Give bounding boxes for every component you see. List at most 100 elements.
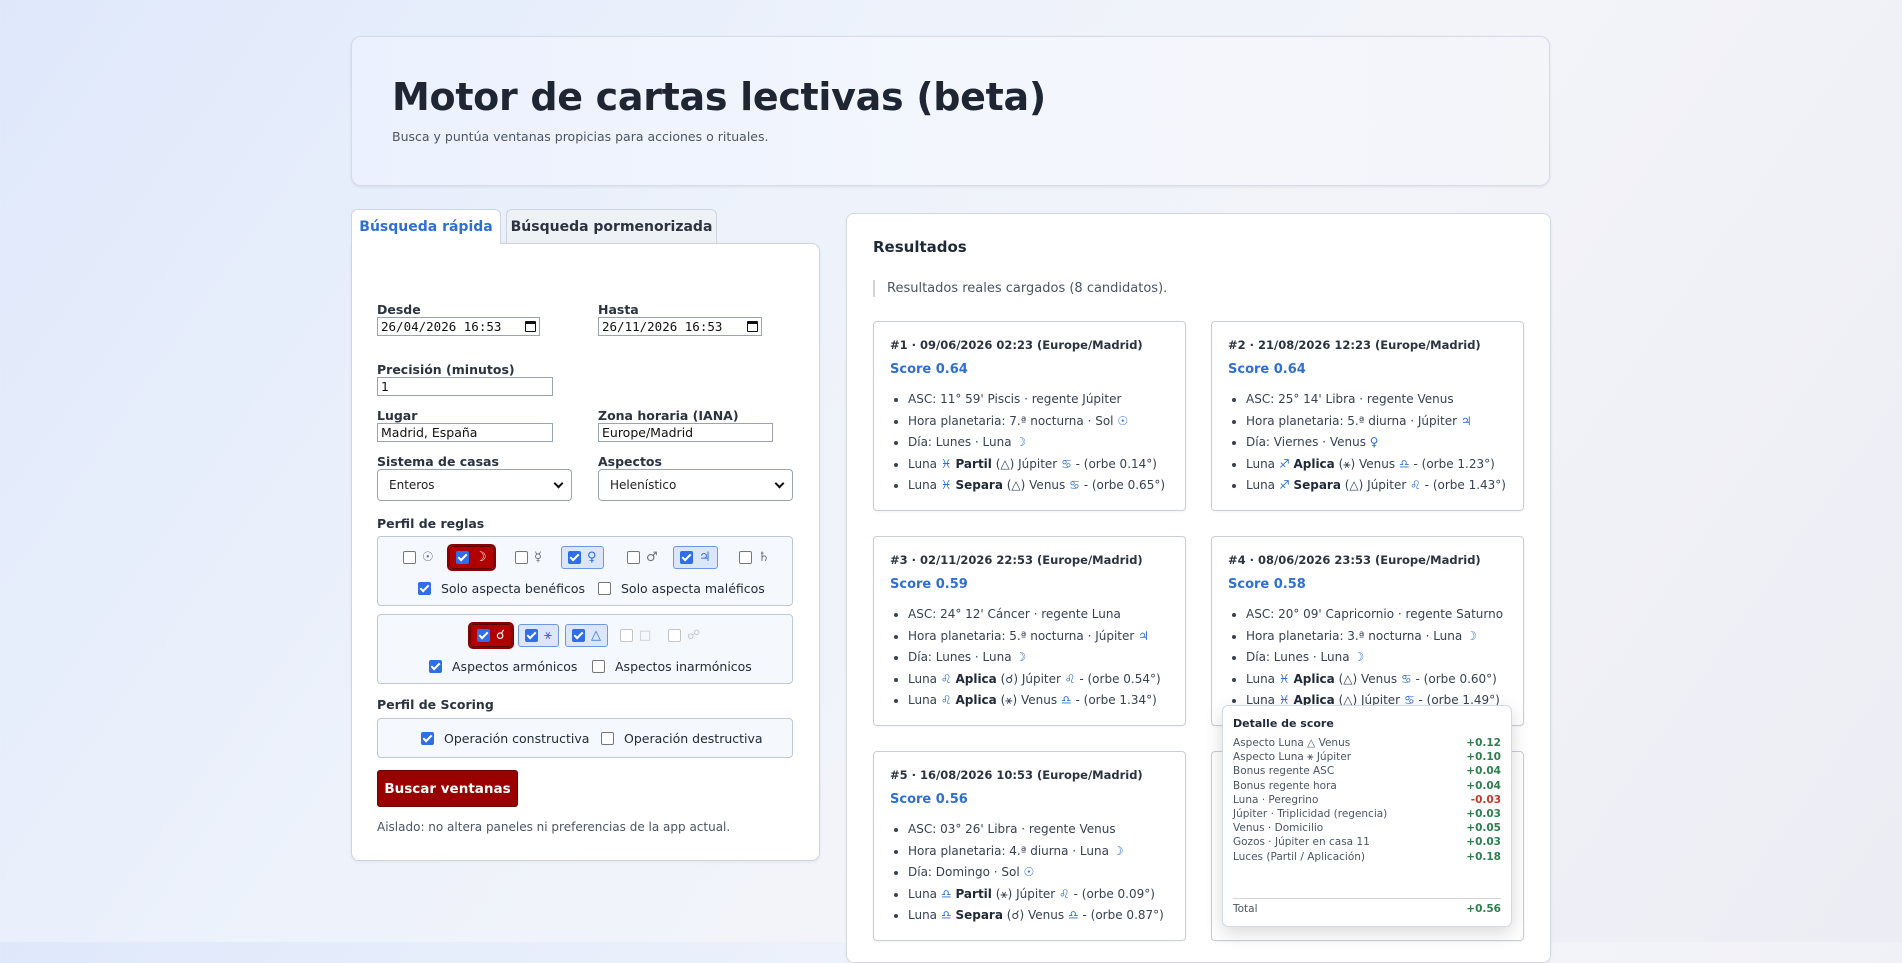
calendar-icon[interactable]	[525, 321, 536, 332]
desde-label: Desde	[377, 302, 421, 317]
aspectos-select[interactable]: Helenístico	[598, 469, 793, 501]
planet-chip-saturn[interactable]: ♄	[732, 546, 777, 569]
aspect-opposition-checkbox[interactable]	[668, 629, 681, 642]
planet-mercury-checkbox[interactable]	[515, 551, 528, 564]
planet-chip-sun[interactable]: ☉	[396, 546, 441, 569]
armonicos-label: Aspectos armónicos	[452, 659, 578, 674]
aspect-sextile-checkbox[interactable]	[525, 629, 538, 642]
armonicos-checkbox[interactable]	[429, 660, 442, 673]
score-row-label: Aspecto Luna △ Venus	[1233, 737, 1351, 749]
score-detail-row: Aspecto Luna ⚹ Júpiter +0.10	[1233, 751, 1501, 764]
aspect-conjunction-checkbox[interactable]	[477, 629, 490, 642]
tab-busqueda-rapida[interactable]: Búsqueda rápida	[351, 209, 501, 244]
planet-jupiter-checkbox[interactable]	[680, 551, 693, 564]
destructiva-option[interactable]: Operación destructiva	[601, 731, 763, 746]
precision-input[interactable]: 1	[377, 377, 553, 396]
score-row-value: +0.04	[1466, 765, 1501, 778]
perfil-scoring-label: Perfil de Scoring	[377, 697, 494, 712]
result-card-detail-item: ASC: 03° 26' Libra · regente Venus	[908, 819, 1164, 841]
result-card-details: ASC: 25° 14' Libra · regente VenusHora p…	[1228, 389, 1506, 497]
aspect-chip-trine[interactable]: △	[565, 624, 608, 647]
result-card[interactable]: #4 · 08/06/2026 23:53 (Europe/Madrid) Sco…	[1211, 536, 1524, 726]
inarmonicos-label: Aspectos inarmónicos	[615, 659, 752, 674]
zona-value: Europe/Madrid	[602, 425, 694, 440]
result-card-detail-item: Luna ♐ Separa (△) Júpiter ♌ - (orbe 1.43…	[1246, 475, 1506, 497]
score-row-value: +0.03	[1466, 836, 1501, 849]
solo-beneficos-checkbox[interactable]	[418, 582, 431, 595]
aspect-chip-conjunction[interactable]: ☌	[468, 622, 514, 649]
result-card[interactable]: #1 · 09/06/2026 02:23 (Europe/Madrid) Sco…	[873, 321, 1186, 511]
score-row-label: Aspecto Luna ⚹ Júpiter	[1233, 751, 1352, 764]
calendar-icon[interactable]	[747, 321, 758, 332]
destructiva-checkbox[interactable]	[601, 732, 614, 745]
hasta-value: 26/11/2026 16:53	[602, 319, 723, 334]
opposition-icon: ☍	[687, 628, 701, 643]
desde-input[interactable]: 26/04/2026 16:53	[377, 317, 540, 336]
solo-maleficos-option[interactable]: Solo aspecta maléficos	[598, 581, 765, 596]
aspect-chip-sextile[interactable]: ⚹	[518, 624, 559, 647]
score-row-value: +0.18	[1466, 850, 1501, 863]
result-card-detail-item: Luna ♎ Partil (⚹) Júpiter ♌ - (orbe 0.09…	[908, 884, 1164, 906]
result-card-detail-item: Día: Domingo · Sol ☉	[908, 862, 1164, 884]
result-card-detail-item: Día: Lunes · Luna ☽	[908, 647, 1161, 669]
score-detail-row: Luces (Partil / Aplicación) +0.18	[1233, 851, 1501, 863]
score-row-label: Luces (Partil / Aplicación)	[1233, 850, 1365, 863]
planet-venus-checkbox[interactable]	[568, 551, 581, 564]
result-card-detail-item: Luna ♌ Aplica (⚹) Venus ♎ - (orbe 1.34°)	[908, 690, 1161, 712]
score-row-value: +0.04	[1466, 779, 1501, 792]
planet-chip-mars[interactable]: ♂	[620, 546, 665, 569]
planet-saturn-checkbox[interactable]	[739, 551, 752, 564]
score-detail-row: Júpiter · Triplicidad (regencia) +0.03	[1233, 808, 1501, 820]
planet-sun-checkbox[interactable]	[403, 551, 416, 564]
solo-beneficos-option[interactable]: Solo aspecta benéficos	[418, 581, 585, 596]
score-row-value: +0.05	[1466, 822, 1501, 835]
aspect-chip-square[interactable]: □	[614, 624, 657, 647]
aspect-trine-checkbox[interactable]	[572, 629, 585, 642]
lugar-value: Madrid, España	[381, 425, 478, 440]
destructiva-label: Operación destructiva	[624, 731, 763, 746]
result-card[interactable]: #2 · 21/08/2026 12:23 (Europe/Madrid) Sco…	[1211, 321, 1524, 511]
inarmonicos-option[interactable]: Aspectos inarmónicos	[592, 659, 752, 674]
solo-maleficos-label: Solo aspecta maléficos	[621, 581, 765, 596]
result-card-detail-item: Hora planetaria: 7.ª nocturna · Sol ☉	[908, 411, 1165, 433]
hasta-input[interactable]: 26/11/2026 16:53	[598, 317, 762, 336]
hasta-label: Hasta	[598, 302, 639, 317]
result-card-detail-item: ASC: 20° 09' Capricornio · regente Satur…	[1246, 604, 1503, 626]
inarmonicos-checkbox[interactable]	[592, 660, 605, 673]
aspect-chip-opposition[interactable]: ☍	[662, 624, 706, 647]
tab-busqueda-pormenorizada[interactable]: Búsqueda pormenorizada	[506, 209, 717, 243]
planet-moon-checkbox[interactable]	[456, 551, 469, 564]
casas-select[interactable]: Enteros	[377, 469, 572, 501]
lugar-input[interactable]: Madrid, España	[377, 423, 553, 442]
result-card-score: Score 0.58	[1228, 577, 1306, 592]
aspect-square-checkbox[interactable]	[620, 629, 633, 642]
buscar-ventanas-button[interactable]: Buscar ventanas	[377, 770, 518, 807]
score-detail-total: Total +0.56	[1233, 903, 1501, 915]
score-total-label: Total	[1233, 903, 1258, 915]
lugar-label: Lugar	[377, 408, 418, 423]
constructiva-option[interactable]: Operación constructiva	[421, 731, 589, 746]
aspectos-value: Helenístico	[610, 478, 677, 492]
precision-label: Precisión (minutos)	[377, 362, 515, 377]
constructiva-checkbox[interactable]	[421, 732, 434, 745]
result-card-detail-item: Luna ♓ Aplica (△) Venus ♋ - (orbe 0.60°)	[1246, 669, 1503, 691]
planet-chip-jupiter[interactable]: ♃	[673, 546, 718, 569]
result-card-detail-item: Día: Lunes · Luna ☽	[1246, 647, 1503, 669]
score-detail-title: Detalle de score	[1233, 717, 1334, 730]
planet-chip-venus[interactable]: ♀	[561, 546, 604, 569]
results-title: Resultados	[873, 238, 967, 256]
result-card-detail-item: Hora planetaria: 4.ª diurna · Luna ☽	[908, 841, 1164, 863]
planet-mars-checkbox[interactable]	[627, 551, 640, 564]
page-subtitle: Busca y puntúa ventanas propicias para a…	[392, 129, 769, 144]
solo-maleficos-checkbox[interactable]	[598, 582, 611, 595]
armonicos-option[interactable]: Aspectos armónicos	[429, 659, 577, 674]
result-card-detail-item: ASC: 24° 12' Cáncer · regente Luna	[908, 604, 1161, 626]
result-card-detail-item: Hora planetaria: 5.ª nocturna · Júpiter …	[908, 626, 1161, 648]
planet-chip-mercury[interactable]: ☿	[508, 546, 549, 569]
planet-chip-moon[interactable]: ☽	[447, 544, 496, 571]
score-detail-row: Luna · Peregrino -0.03	[1233, 794, 1501, 806]
result-card[interactable]: #5 · 16/08/2026 10:53 (Europe/Madrid) Sco…	[873, 751, 1186, 941]
zona-input[interactable]: Europe/Madrid	[598, 423, 773, 442]
result-card[interactable]: #3 · 02/11/2026 22:53 (Europe/Madrid) Sco…	[873, 536, 1186, 726]
score-row-value: +0.03	[1466, 808, 1501, 820]
